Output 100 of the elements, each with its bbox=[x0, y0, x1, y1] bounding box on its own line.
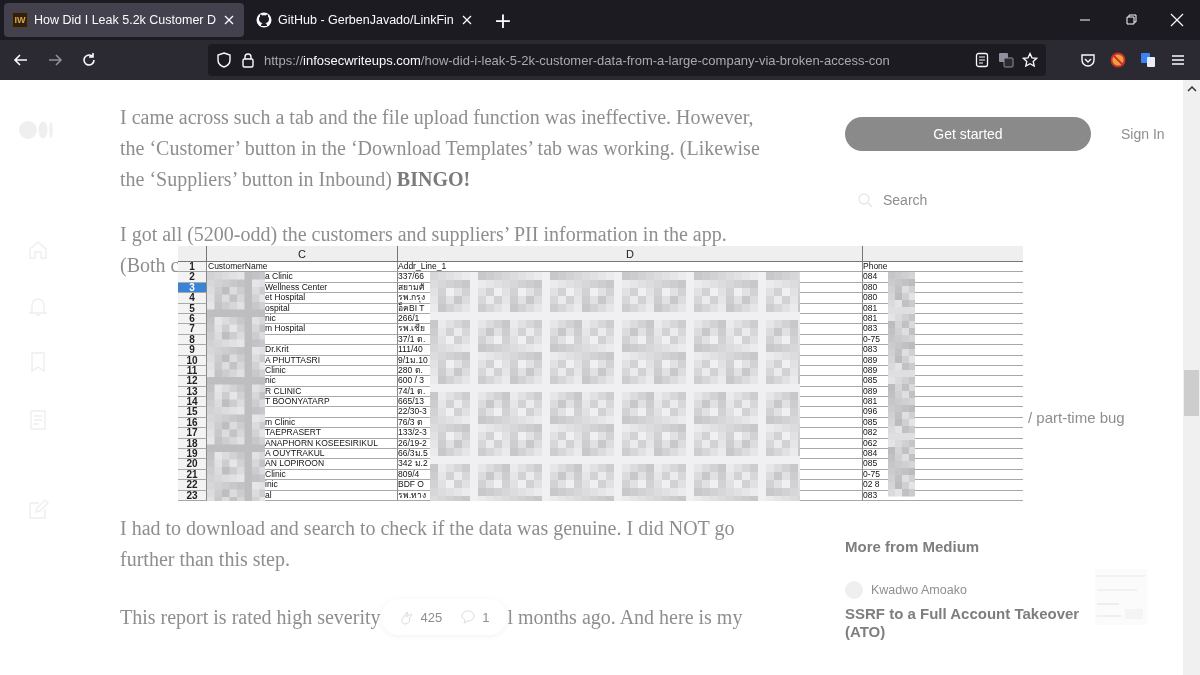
pocket-icon[interactable] bbox=[1080, 52, 1096, 68]
cell-text: BDF O bbox=[398, 479, 424, 490]
article-paragraph: I came across such a tab and the file upload function was ineffective. However, the ‘Customer’ button in the ‘Download Templates’ tab was working. (Likewise the ‘Suppliers’ button in Inbound) BINGO! bbox=[120, 105, 760, 193]
cell-text: 084 bbox=[863, 448, 878, 459]
cell-text: Wellness Center bbox=[265, 281, 328, 292]
cell-text: Dr.Krit bbox=[265, 344, 289, 355]
clap-button[interactable]: 425 bbox=[394, 601, 447, 633]
sign-in-link[interactable]: Sign In bbox=[1115, 125, 1171, 143]
cat-logo-icon bbox=[256, 12, 272, 28]
cell-text: ospital bbox=[265, 302, 290, 313]
cell-text: m Clinic bbox=[265, 416, 296, 427]
cell-text: nic bbox=[265, 312, 276, 323]
cell-text: 080 bbox=[863, 281, 878, 292]
cell-text: 266/1 bbox=[398, 312, 420, 323]
close-icon[interactable] bbox=[222, 13, 236, 27]
cell-text: 280 ต. bbox=[398, 364, 423, 375]
row-number: 23 bbox=[178, 490, 207, 501]
extension-icon[interactable] bbox=[1110, 52, 1126, 68]
author-name[interactable]: Kwadwo Amoako bbox=[871, 583, 967, 597]
article-text: I got all (5200-odd) the customers and suppliers’ PII information in the app. bbox=[120, 222, 727, 248]
cell-text: 089 bbox=[863, 385, 878, 396]
cell-text: 337/66 bbox=[398, 271, 424, 282]
cell-text: 083 bbox=[863, 323, 878, 334]
translate-icon[interactable] bbox=[1140, 52, 1156, 68]
cell-text: 37/1 ต. bbox=[398, 333, 426, 344]
cell-text: et Hospital bbox=[265, 292, 306, 303]
section-heading: More from Medium bbox=[845, 538, 981, 555]
cell-text: 081 bbox=[863, 302, 878, 313]
cell-text: 096 bbox=[863, 406, 878, 417]
cell-text: 809/4 bbox=[398, 468, 420, 479]
cell-text: 76/3 ต bbox=[398, 416, 423, 427]
article-text: l months ago. And here is my bbox=[507, 604, 743, 631]
scrollbar-thumb[interactable] bbox=[1184, 370, 1199, 416]
lock-icon[interactable] bbox=[240, 52, 256, 68]
row-number: 4 bbox=[178, 293, 207, 304]
reader-view-icon[interactable] bbox=[974, 52, 990, 68]
cell-text: 111/40 bbox=[398, 344, 423, 355]
site-favicon: IW bbox=[12, 12, 28, 28]
cell-text: 084 bbox=[863, 271, 878, 282]
address-bar[interactable]: https://infosecwriteups.com/how-did-i-leak-5-2k-customer-data-from-a-large-company-via-broken-access-con bbox=[208, 44, 1046, 76]
cell-text: สยามศั bbox=[398, 281, 424, 292]
row-number: 5 bbox=[178, 303, 207, 314]
reload-icon bbox=[81, 52, 97, 68]
cell-text: Clinic bbox=[265, 468, 286, 479]
cell-text: R CLINIC bbox=[265, 385, 302, 396]
cell-text: 081 bbox=[863, 396, 878, 407]
browser-tab[interactable]: GitHub - GerbenJavado/LinkFin bbox=[248, 3, 482, 37]
article-paragraph: I had to download and search to check if the data was genuine. I did NOT go further than this step. bbox=[120, 516, 736, 573]
column-header: C bbox=[207, 246, 398, 262]
cell-text: อ็คBI T bbox=[398, 302, 425, 313]
row-number: 1 bbox=[178, 262, 207, 273]
comment-icon bbox=[460, 609, 477, 625]
column-header: D bbox=[398, 246, 863, 262]
cell-text: A PHUTTASRI bbox=[265, 354, 321, 365]
cell-text: 0-75 bbox=[863, 468, 880, 479]
forward-arrow-icon bbox=[47, 52, 63, 68]
corner-header[interactable] bbox=[178, 246, 207, 262]
cell-text: AN LOPIROON bbox=[265, 458, 325, 469]
cell-text: 600 / 3 bbox=[398, 375, 424, 386]
cell-text: ANAPHORN KOSEESIRIKUL bbox=[265, 437, 378, 448]
cell-text: 74/1 ต. bbox=[398, 385, 426, 396]
row-number: 2 bbox=[178, 272, 207, 283]
cell-text: 26/19-2 bbox=[398, 437, 427, 448]
cell-text: 02 8 bbox=[863, 479, 880, 490]
scroll-up-icon[interactable] bbox=[1186, 84, 1197, 94]
cell-text: 085 bbox=[863, 416, 878, 427]
shield-icon[interactable] bbox=[216, 52, 232, 68]
story-title[interactable]: SSRF to a Full Account Takeover (ATO) bbox=[845, 605, 1085, 641]
row-number: 17 bbox=[178, 428, 207, 439]
cell-text: inic bbox=[265, 479, 278, 490]
new-tab-button[interactable]: + bbox=[485, 7, 521, 33]
browser-tab[interactable]: IW How Did I Leak 5.2k Customer D bbox=[4, 3, 244, 37]
search-icon bbox=[857, 192, 873, 208]
row-number: 9 bbox=[178, 345, 207, 356]
cell-text: a Clinic bbox=[265, 271, 293, 282]
row-number: 22 bbox=[178, 480, 207, 491]
search-field[interactable]: Search bbox=[881, 191, 1085, 209]
cell-text: al bbox=[265, 489, 272, 500]
star-icon[interactable] bbox=[1022, 52, 1038, 68]
comment-button[interactable]: 1 bbox=[456, 601, 494, 633]
cell-text: 062 bbox=[863, 437, 878, 448]
cell-text: รพ.กรุง bbox=[398, 292, 426, 303]
cell-text: TAEPRASERT bbox=[265, 427, 321, 438]
menu-icon[interactable] bbox=[1170, 52, 1186, 68]
cell-text: 080 bbox=[863, 292, 878, 303]
clap-icon bbox=[398, 609, 415, 625]
article-text: This report is rated high severity bbox=[120, 604, 381, 631]
get-started-button[interactable]: Get started bbox=[845, 117, 1091, 151]
row-number: 12 bbox=[178, 376, 207, 387]
cell-text: 9/1ม.10 bbox=[398, 354, 428, 365]
cell-text: รพ.เชีย bbox=[398, 323, 426, 334]
bio-text: / part-time bug bbox=[1028, 409, 1126, 426]
translate-icon[interactable] bbox=[998, 52, 1014, 68]
row-number: 20 bbox=[178, 459, 207, 470]
row-number: 7 bbox=[178, 324, 207, 335]
row-number: 15 bbox=[178, 407, 207, 418]
cell-text: 0-75 bbox=[863, 333, 880, 344]
cell-text: 083 bbox=[863, 489, 878, 500]
cell-text: 082 bbox=[863, 427, 878, 438]
cell-text: m Hospital bbox=[265, 323, 306, 334]
